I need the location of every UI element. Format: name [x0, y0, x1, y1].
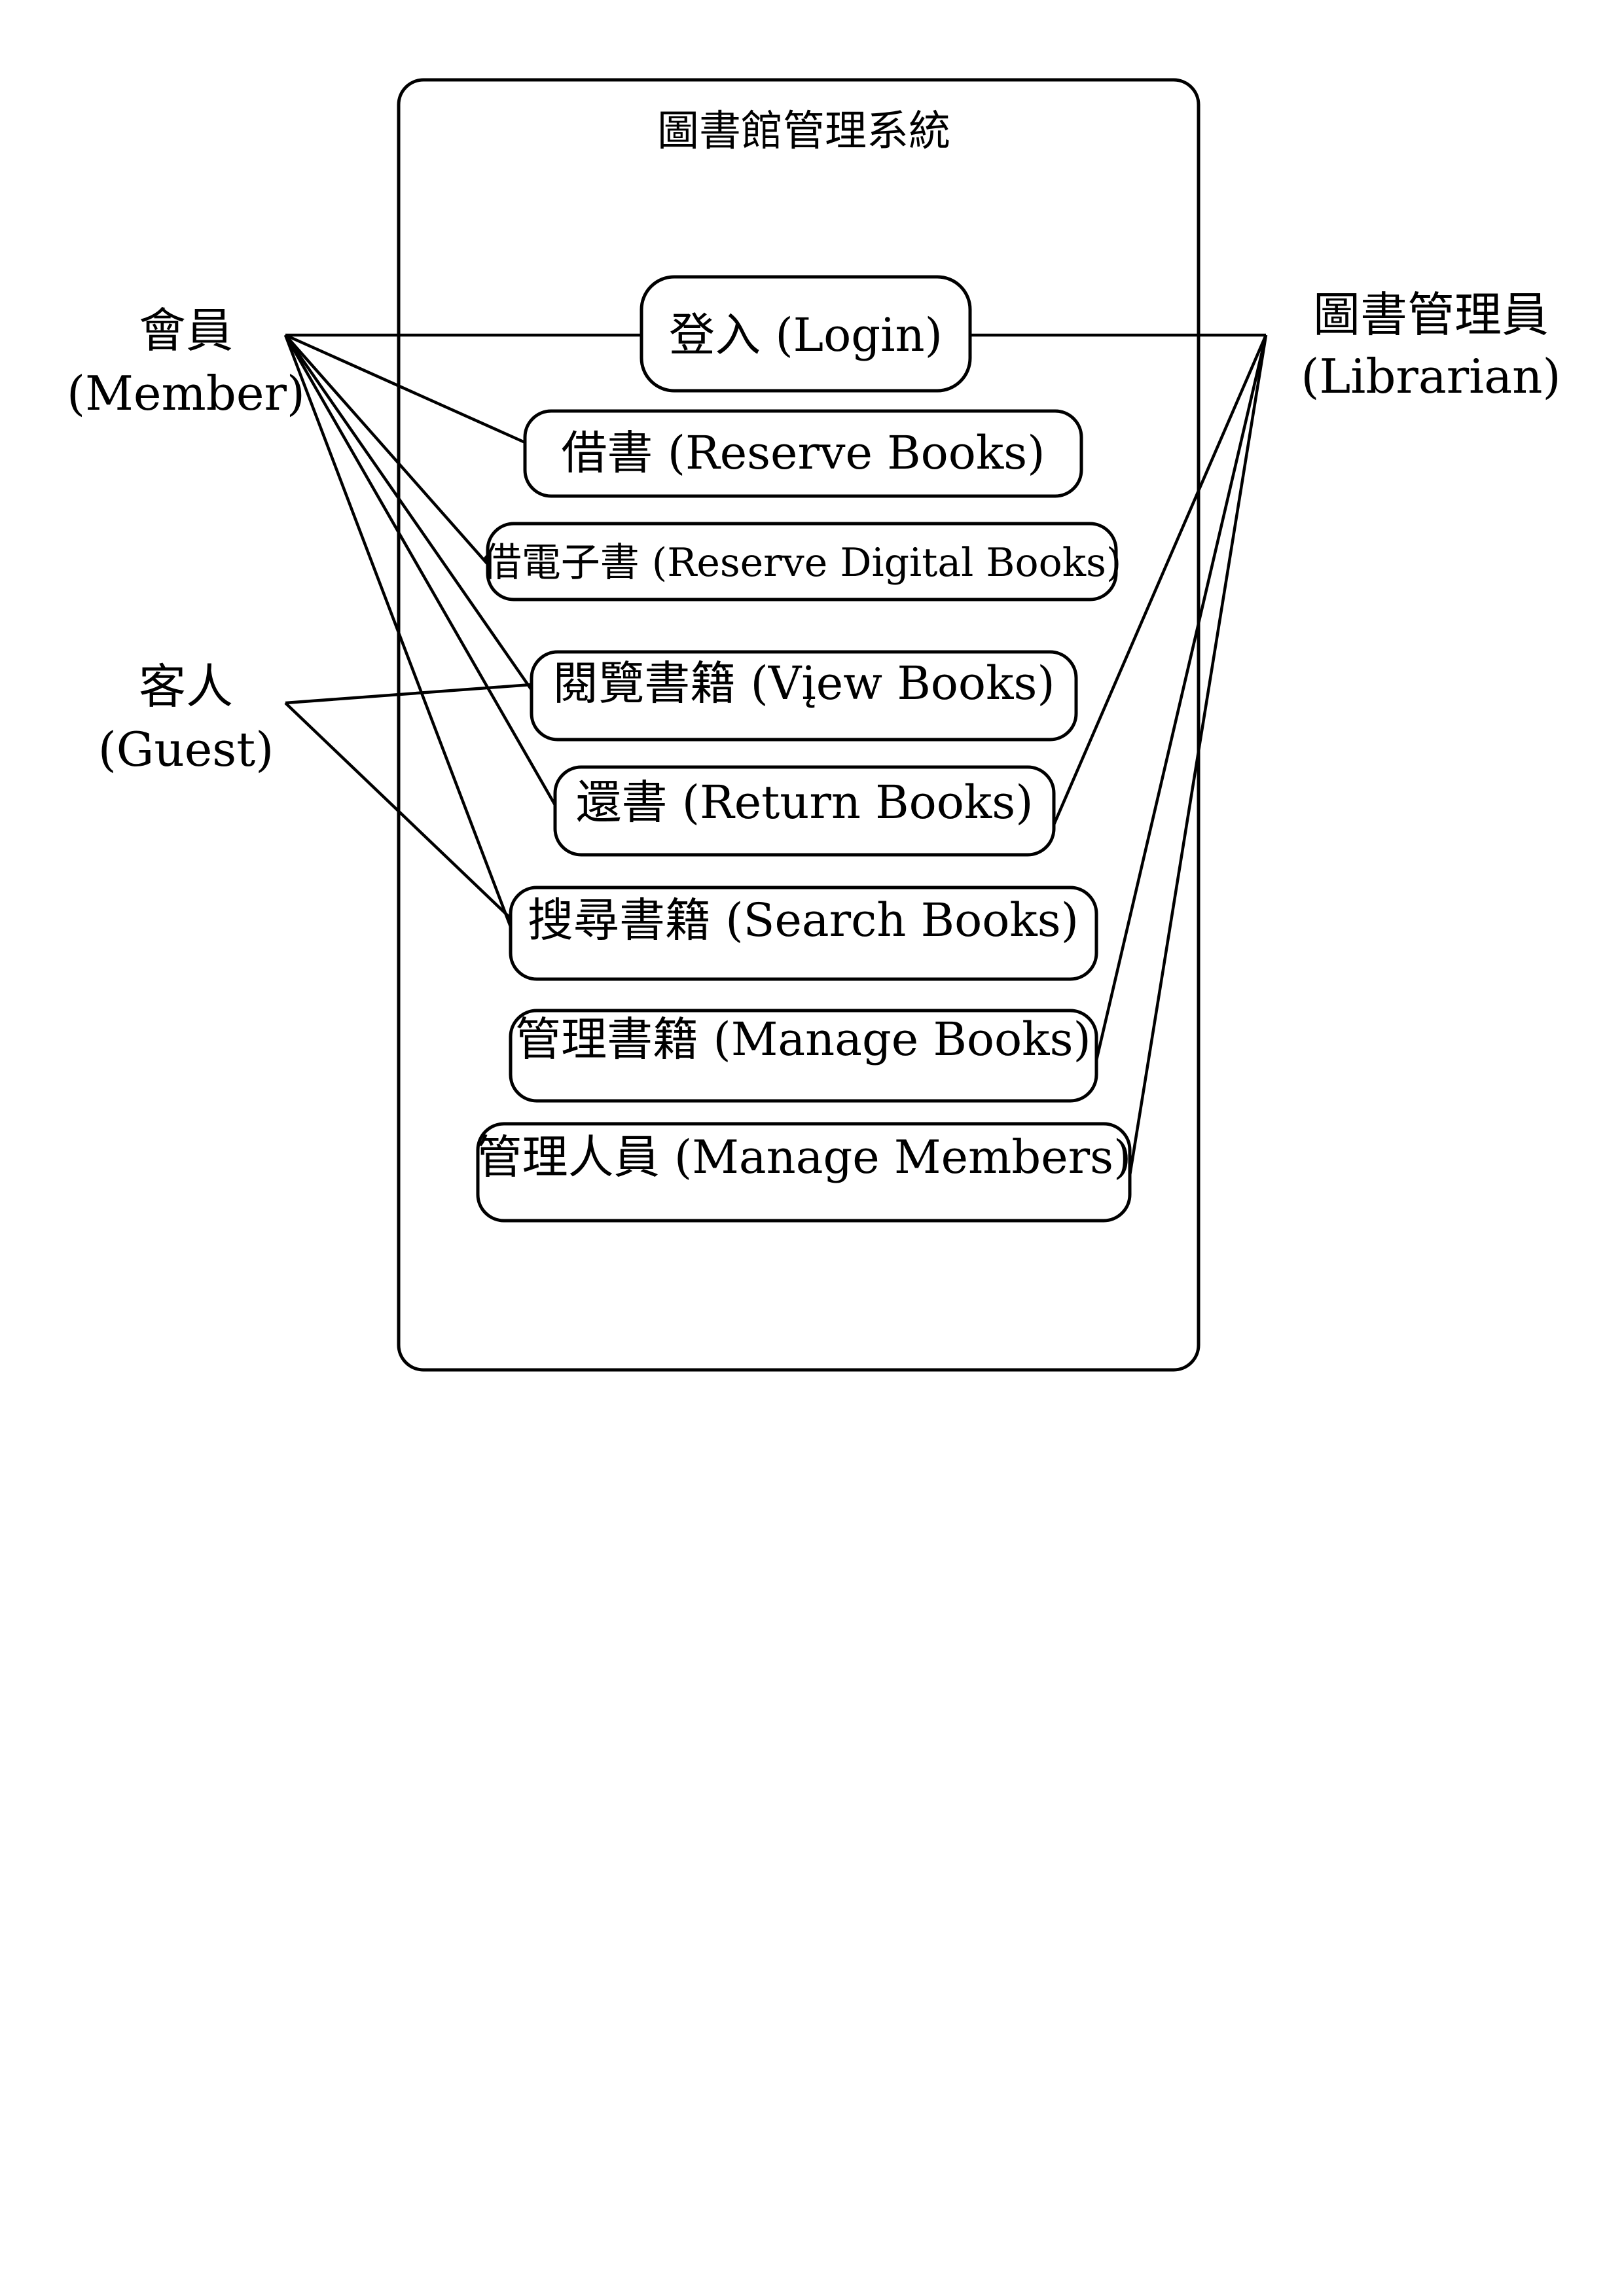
use-case-manage-books-label: 管理書籍 (Manage Books) — [515, 1013, 1091, 1066]
actor-member-name: 會員 — [139, 303, 233, 358]
use-case-diagram: 圖書館管理系統 會員 (Member) 客人 (Guest) 圖書管理員 (Li… — [67, 78, 1561, 1372]
actor-librarian-name: 圖書管理員 — [1313, 287, 1549, 342]
use-case-manage-books: 管理書籍 (Manage Books) — [509, 1009, 1098, 1103]
system-title: 圖書館管理系統 — [657, 107, 950, 156]
use-case-reserve-digital-books-label: 借電子書 (Reserve Digital Books) — [482, 540, 1122, 586]
use-case-login: 登入 (Login) — [640, 275, 972, 393]
actor-member-english: (Member) — [67, 366, 305, 421]
use-case-reserve-digital-books: 借電子書 (Reserve Digital Books) — [482, 522, 1122, 601]
link-member-view-books — [284, 334, 533, 691]
use-case-login-label: 登入 (Login) — [669, 308, 943, 362]
use-case-manage-members: 管理人員 (Manage Members) — [476, 1122, 1132, 1223]
actor-guest-english: (Guest) — [98, 722, 274, 777]
link-librarian-manage-books — [1094, 334, 1268, 1061]
use-case-search-books: 搜尋書籍 (Search Books) — [509, 886, 1098, 981]
actor-member: 會員 (Member) — [67, 303, 305, 421]
use-case-view-books-label: 閱覽書籍 (Vįew Books) — [552, 656, 1055, 710]
use-case-reserve-books-label: 借書 (Reserve Books) — [561, 426, 1045, 480]
actor-librarian: 圖書管理員 (Librarian) — [1301, 287, 1561, 404]
use-case-search-books-label: 搜尋書籍 (Search Books) — [528, 893, 1079, 947]
link-member-reserve-digital-books — [284, 334, 489, 565]
use-case-manage-members-label: 管理人員 (Manage Members) — [477, 1130, 1132, 1184]
use-case-return-books-label: 還書 (Return Books) — [575, 776, 1033, 829]
use-case-return-books: 還書 (Return Books) — [553, 765, 1056, 857]
use-case-reserve-books: 借書 (Reserve Books) — [523, 409, 1083, 498]
actor-librarian-english: (Librarian) — [1301, 349, 1561, 404]
actor-guest-name: 客人 — [139, 659, 233, 714]
use-case-view-books: 閱覽書籍 (Vįew Books) — [530, 650, 1078, 742]
actor-guest: 客人 (Guest) — [98, 659, 274, 777]
